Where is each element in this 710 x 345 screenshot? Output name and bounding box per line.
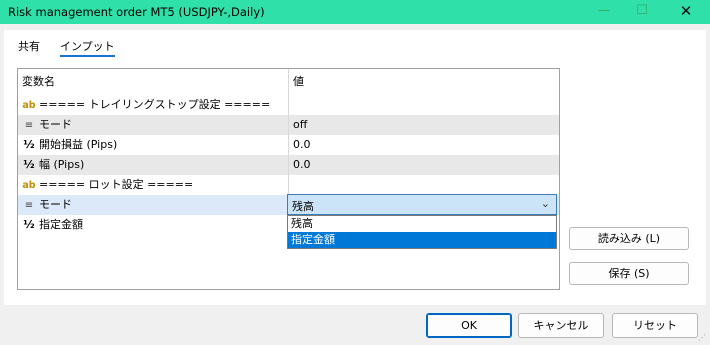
enum-icon: ≡ — [24, 200, 34, 211]
ok-button[interactable]: OK — [426, 313, 512, 338]
row-name: モード — [39, 198, 72, 211]
close-icon[interactable]: ✕ — [668, 0, 704, 24]
dropdown-option[interactable]: 残高 — [288, 216, 556, 232]
row-name: ===== ロット設定 ===== — [39, 178, 194, 191]
load-button[interactable]: 読み込み (L) — [569, 227, 689, 250]
header-variable-name[interactable]: 変数名 — [18, 69, 288, 95]
tab-common[interactable]: 共有 — [18, 38, 40, 54]
dropdown-option-highlighted[interactable]: 指定金額 — [288, 232, 556, 248]
title-bar: Risk management order MT5 (USDJPY-,Daily… — [0, 0, 710, 24]
row-name: ===== トレイリングストップ設定 ===== — [39, 98, 271, 111]
row-value[interactable]: 0.0 — [288, 155, 559, 175]
dialog-panel: 共有 インプット 変数名 値 ab ===== トレイリングストップ設定 ====… — [4, 30, 706, 305]
inputs-grid: 変数名 値 ab ===== トレイリングストップ設定 ===== ≡ モード of… — [17, 68, 560, 290]
grid-header: 変数名 値 — [18, 69, 559, 95]
row-name: モード — [39, 118, 72, 131]
row-name: 指定金額 — [39, 218, 83, 231]
mode-dropdown[interactable]: 残高 ⌄ — [287, 194, 557, 215]
dropdown-list: 残高 指定金額 — [287, 215, 557, 249]
row-value[interactable]: off — [288, 115, 559, 135]
enum-icon: ≡ — [24, 120, 34, 131]
table-row[interactable]: ≡ モード off — [18, 115, 559, 135]
maximize-icon[interactable]: ☐ — [624, 0, 660, 24]
table-row[interactable]: ab ===== トレイリングストップ設定 ===== — [18, 95, 559, 115]
number-icon: ½ — [23, 138, 35, 151]
row-name: 幅 (Pips) — [39, 158, 85, 171]
reset-button[interactable]: リセット — [612, 313, 698, 338]
number-icon: ½ — [23, 158, 35, 171]
table-row[interactable]: ab ===== ロット設定 ===== — [18, 175, 559, 195]
header-value[interactable]: 値 — [288, 69, 559, 95]
cancel-button[interactable]: キャンセル — [518, 313, 604, 338]
string-icon: ab — [22, 100, 36, 111]
table-row[interactable]: ½ 開始損益 (Pips) 0.0 — [18, 135, 559, 155]
table-row[interactable]: ½ 幅 (Pips) 0.0 — [18, 155, 559, 175]
row-value[interactable] — [288, 175, 559, 195]
dropdown-value: 残高 — [292, 200, 314, 213]
tab-inputs[interactable]: インプット — [60, 38, 115, 57]
window-title: Risk management order MT5 (USDJPY-,Daily… — [8, 5, 265, 19]
save-button[interactable]: 保存 (S) — [569, 262, 689, 285]
row-value[interactable]: 0.0 — [288, 135, 559, 155]
row-value[interactable] — [288, 95, 559, 115]
row-name: 開始損益 (Pips) — [39, 138, 118, 151]
string-icon: ab — [22, 180, 36, 191]
resize-grip-icon[interactable]: ⋰ — [698, 333, 708, 343]
minimize-icon[interactable]: — — [586, 0, 622, 24]
chevron-down-icon[interactable]: ⌄ — [541, 197, 550, 210]
number-icon: ½ — [23, 218, 35, 231]
